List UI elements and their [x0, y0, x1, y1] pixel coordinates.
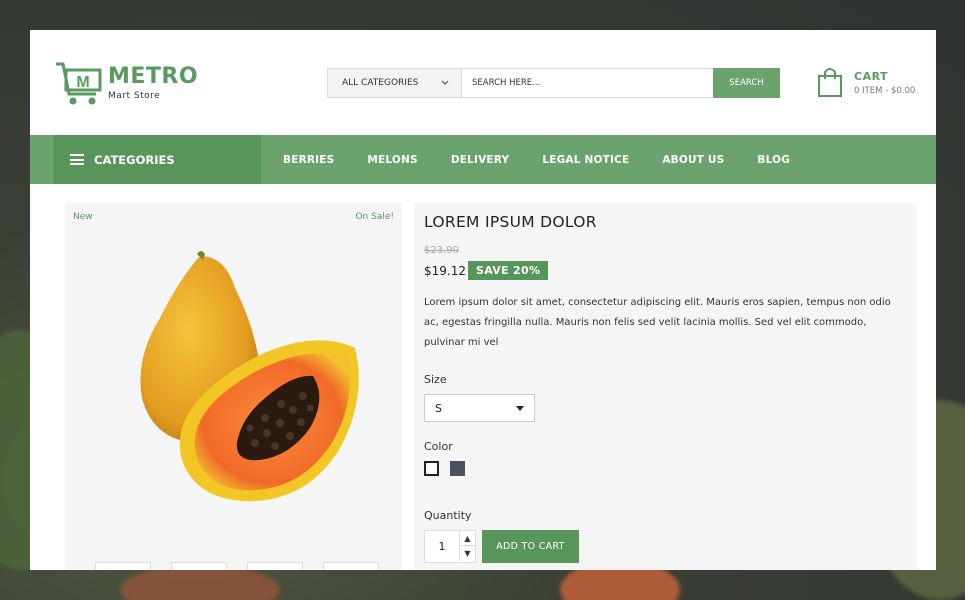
- shopping-bag-icon: [818, 68, 842, 97]
- add-to-cart-button[interactable]: ADD TO CART: [482, 530, 579, 563]
- nav-links: BERRIES MELONS DELIVERY LEGAL NOTICE ABO…: [283, 135, 823, 184]
- logo-letter: M: [76, 74, 89, 91]
- quantity-input[interactable]: 1: [425, 531, 459, 562]
- chevron-down-icon: [441, 80, 449, 85]
- caret-down-icon: [516, 405, 524, 411]
- categories-menu-button[interactable]: CATEGORIES: [54, 135, 261, 184]
- sale-badge: On Sale!: [355, 212, 394, 222]
- nav-link-about-us[interactable]: ABOUT US: [662, 154, 724, 166]
- brand-tagline: Mart Store: [108, 91, 161, 101]
- product-gallery: New On Sale!: [65, 203, 402, 570]
- old-price: $23.90: [424, 245, 459, 256]
- site-header: M METRO Mart Store ALL CATEGORIES SEARCH…: [30, 30, 936, 135]
- nav-link-berries[interactable]: BERRIES: [283, 154, 334, 166]
- chevron-up-icon[interactable]: ▲: [459, 531, 475, 546]
- quantity-label: Quantity: [424, 509, 472, 522]
- product-title: LOREM IPSUM DOLOR: [424, 213, 597, 231]
- product-image[interactable]: [105, 248, 365, 508]
- cart-title: CART: [854, 70, 889, 83]
- thumbnail[interactable]: [323, 562, 379, 570]
- nav-link-melons[interactable]: MELONS: [367, 154, 417, 166]
- nav-link-blog[interactable]: BLOG: [757, 154, 790, 166]
- brand-logo[interactable]: M METRO Mart Store: [54, 60, 198, 108]
- brand-name: METRO: [108, 64, 199, 89]
- quantity-stepper: 1 ▲ ▼: [424, 530, 476, 563]
- size-select[interactable]: S: [424, 394, 535, 422]
- cart-logo-icon: M: [56, 62, 102, 105]
- color-swatch-gray[interactable]: [450, 461, 465, 476]
- size-value: S: [435, 401, 442, 415]
- background-produce: [120, 565, 280, 600]
- category-select[interactable]: ALL CATEGORIES: [328, 69, 462, 97]
- discount-badge: SAVE 20%: [468, 261, 549, 280]
- search-button[interactable]: SEARCH: [713, 68, 780, 98]
- color-swatch-white[interactable]: [424, 461, 439, 476]
- product-details: LOREM IPSUM DOLOR $23.90 $19.12 SAVE 20%…: [414, 203, 917, 570]
- thumbnail[interactable]: [247, 562, 303, 570]
- cart-summary: 0 ITEM - $0.00: [854, 86, 916, 96]
- product-page: M METRO Mart Store ALL CATEGORIES SEARCH…: [30, 30, 936, 570]
- color-label: Color: [424, 440, 453, 453]
- nav-link-legal-notice[interactable]: LEGAL NOTICE: [542, 154, 629, 166]
- thumbnail-strip: [95, 562, 399, 570]
- nav-link-delivery[interactable]: DELIVERY: [451, 154, 510, 166]
- thumbnail[interactable]: [171, 562, 227, 570]
- search-bar: ALL CATEGORIES SEARCH: [327, 68, 780, 98]
- cart-widget[interactable]: CART 0 ITEM - $0.00: [816, 66, 926, 100]
- product-description: Lorem ipsum dolor sit amet, consectetur …: [424, 297, 891, 348]
- categories-label: CATEGORIES: [94, 152, 175, 167]
- chevron-down-icon[interactable]: ▼: [459, 546, 475, 561]
- main-nav: CATEGORIES BERRIES MELONS DELIVERY LEGAL…: [30, 135, 936, 184]
- search-input[interactable]: [462, 69, 713, 97]
- size-label: Size: [424, 373, 447, 386]
- category-select-label: ALL CATEGORIES: [342, 78, 419, 88]
- new-badge: New: [73, 212, 93, 222]
- current-price: $19.12: [424, 264, 466, 278]
- thumbnail[interactable]: [95, 562, 151, 570]
- hamburger-icon: [70, 154, 84, 165]
